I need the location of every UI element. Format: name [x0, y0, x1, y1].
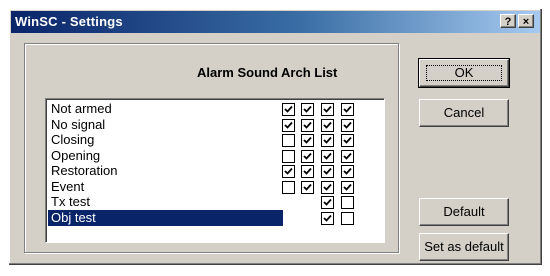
checkmark-icon — [284, 121, 293, 129]
list-row[interactable]: Not armed — [48, 101, 382, 117]
column-1-checkbox[interactable] — [282, 118, 295, 132]
ok-button[interactable]: OK — [418, 58, 510, 88]
row-label: Restoration — [51, 163, 118, 178]
checkmark-icon — [323, 214, 332, 222]
row-label: Event — [51, 178, 85, 194]
list-row[interactable]: Tx test — [48, 194, 382, 210]
list-row[interactable]: Opening — [48, 148, 382, 164]
list-row[interactable]: Event — [48, 179, 382, 195]
title-bar[interactable]: WinSC - Settings ? × — [11, 11, 540, 33]
checkmark-icon — [323, 198, 332, 206]
checkmark-icon — [284, 167, 293, 175]
column-4-checkbox[interactable] — [341, 149, 354, 163]
checkmark-icon — [303, 183, 312, 191]
column-4-checkbox[interactable] — [341, 180, 354, 194]
checkmark-icon — [303, 167, 312, 175]
checkmark-icon — [323, 167, 332, 175]
checkmark-icon — [323, 105, 332, 113]
column-3-checkbox[interactable] — [321, 165, 334, 178]
row-label: Not armed — [51, 101, 112, 116]
column-3-checkbox[interactable] — [321, 196, 334, 209]
column-2-checkbox[interactable] — [301, 149, 314, 163]
checkmark-icon — [303, 136, 312, 144]
checkmark-icon — [323, 183, 332, 191]
checkmark-icon — [343, 183, 352, 191]
default-button[interactable]: Default — [419, 198, 509, 226]
column-3-checkbox[interactable] — [321, 134, 334, 147]
row-label: No signal — [51, 116, 106, 132]
column-2-checkbox[interactable] — [301, 103, 314, 116]
column-4-checkbox[interactable] — [341, 196, 354, 209]
checkmark-icon — [303, 152, 312, 160]
alarm-list-group: Alarm Sound Arch List Not armed No signal… — [24, 43, 399, 253]
cancel-button[interactable]: Cancel — [419, 99, 509, 127]
column-1-checkbox[interactable] — [282, 180, 295, 194]
column-4-checkbox[interactable] — [341, 211, 354, 225]
column-2-checkbox[interactable] — [301, 118, 314, 132]
column-2-checkbox[interactable] — [301, 180, 314, 194]
help-button[interactable]: ? — [500, 14, 516, 28]
column-4-checkbox[interactable] — [341, 103, 354, 116]
column-3-checkbox[interactable] — [321, 180, 334, 194]
row-label: Closing — [51, 132, 95, 147]
row-label: Obj test — [51, 209, 96, 225]
checkmark-icon — [323, 136, 332, 144]
column-3-checkbox[interactable] — [321, 118, 334, 132]
column-1-checkbox[interactable] — [282, 103, 295, 116]
checkmark-icon — [343, 152, 352, 160]
close-button[interactable]: × — [518, 14, 534, 28]
checkmark-icon — [343, 105, 352, 113]
help-icon: ? — [504, 16, 512, 28]
checkmark-icon — [303, 121, 312, 129]
set-as-default-button[interactable]: Set as default — [419, 233, 509, 261]
checkmark-icon — [284, 105, 293, 113]
close-icon: × — [522, 16, 530, 28]
checkmark-icon — [343, 136, 352, 144]
column-2-checkbox[interactable] — [301, 165, 314, 178]
column-2-checkbox[interactable] — [301, 134, 314, 147]
checkmark-icon — [343, 167, 352, 175]
column-4-checkbox[interactable] — [341, 134, 354, 147]
checkmark-icon — [343, 121, 352, 129]
list-header: Alarm Sound Arch List — [197, 65, 338, 80]
event-listbox[interactable]: Not armed No signal Closing Opening Restorat… — [45, 98, 385, 243]
column-3-checkbox[interactable] — [321, 103, 334, 116]
row-label: Opening — [51, 147, 101, 163]
checkmark-icon — [323, 152, 332, 160]
row-label: Tx test — [51, 194, 91, 209]
column-4-checkbox[interactable] — [341, 118, 354, 132]
checkmark-icon — [303, 105, 312, 113]
column-3-checkbox[interactable] — [321, 211, 334, 225]
checkmark-icon — [323, 121, 332, 129]
list-row[interactable]: Obj test — [48, 209, 382, 226]
column-4-checkbox[interactable] — [341, 165, 354, 178]
list-row[interactable]: Restoration — [48, 163, 382, 179]
settings-dialog: WinSC - Settings ? × Alarm Sound Arch Li… — [8, 8, 543, 266]
list-row[interactable]: Closing — [48, 132, 382, 148]
column-1-checkbox[interactable] — [282, 165, 295, 178]
list-row[interactable]: No signal — [48, 117, 382, 133]
column-3-checkbox[interactable] — [321, 149, 334, 163]
column-1-checkbox[interactable] — [282, 149, 295, 163]
window-title: WinSC - Settings — [15, 14, 123, 29]
column-1-checkbox[interactable] — [282, 134, 295, 147]
